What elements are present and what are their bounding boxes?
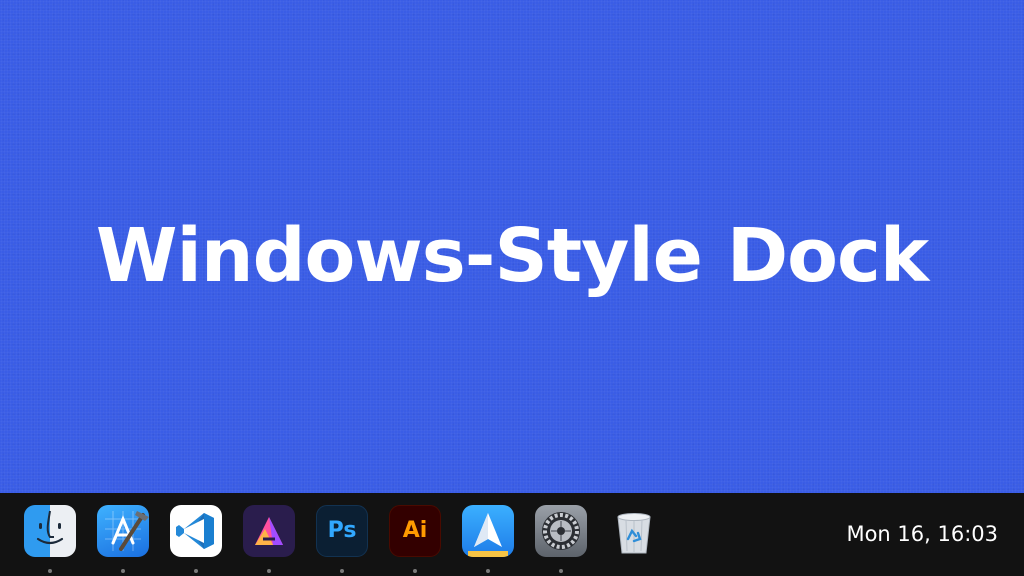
settings-gear-icon — [535, 505, 587, 557]
desktop-wallpaper: Windows-Style Dock — [0, 0, 1024, 493]
spark-mail-icon — [462, 505, 514, 557]
running-indicator — [121, 569, 125, 573]
dock-item-trash[interactable] — [608, 505, 660, 557]
vscode-icon — [170, 505, 222, 557]
running-indicator — [194, 569, 198, 573]
trash-recycle-icon — [608, 505, 660, 557]
running-indicator — [48, 569, 52, 573]
dock-item-illustrator[interactable]: Ai — [389, 505, 441, 573]
finder-icon — [24, 505, 76, 557]
photoshop-icon: Ps — [316, 505, 368, 557]
running-indicator — [486, 569, 490, 573]
photoshop-label: Ps — [327, 518, 357, 543]
illustrator-label: Ai — [402, 518, 428, 543]
illustrator-icon: Ai — [389, 505, 441, 557]
affinity-icon — [243, 505, 295, 557]
dock-item-affinity[interactable] — [243, 505, 295, 573]
running-indicator — [267, 569, 271, 573]
dock-item-vscode[interactable] — [170, 505, 222, 573]
running-indicator — [413, 569, 417, 573]
dock-item-photoshop[interactable]: Ps — [316, 505, 368, 573]
taskbar-dock: Ps Ai Mon 16, 16:03 — [0, 493, 1024, 576]
running-indicator — [559, 569, 563, 573]
dock-item-finder[interactable] — [24, 505, 76, 573]
running-indicator — [340, 569, 344, 573]
desktop-headline: Windows-Style Dock — [95, 213, 929, 299]
xcode-icon — [97, 505, 149, 557]
dock-item-system-settings[interactable] — [535, 505, 587, 573]
dock-item-spark[interactable] — [462, 505, 514, 573]
clock-date-time[interactable]: Mon 16, 16:03 — [846, 521, 998, 547]
dock-item-xcode[interactable] — [97, 505, 149, 573]
